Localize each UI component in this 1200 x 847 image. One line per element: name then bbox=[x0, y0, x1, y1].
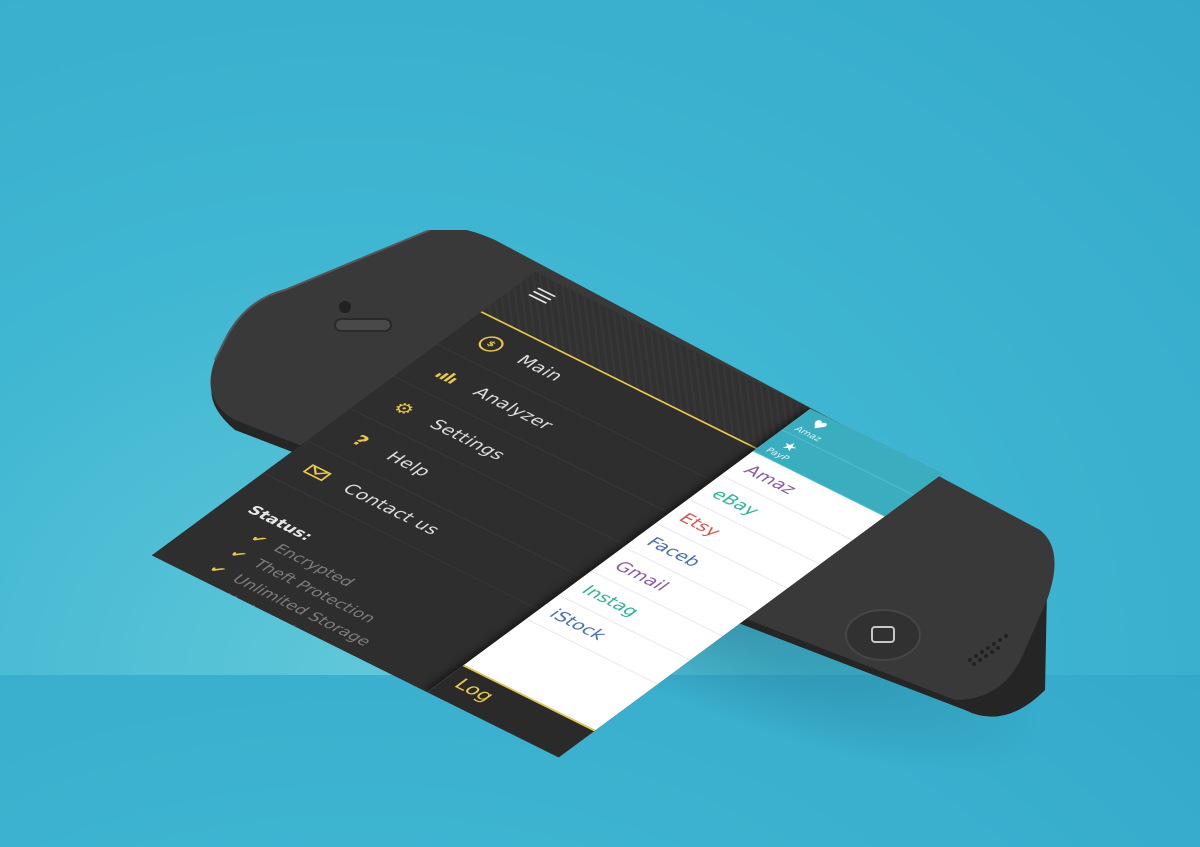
earpiece-icon bbox=[334, 301, 392, 332]
scene: $ Main Analyzer ⚙ Settings ? Help Contac… bbox=[0, 0, 1200, 847]
question-icon: ? bbox=[346, 431, 375, 450]
menu-item-label: Main bbox=[511, 352, 569, 385]
speaker-grille-icon bbox=[968, 634, 1008, 666]
home-button[interactable] bbox=[842, 605, 924, 665]
bars-icon bbox=[424, 362, 472, 391]
hamburger-menu-icon[interactable] bbox=[517, 281, 567, 311]
coin-icon: $ bbox=[467, 329, 515, 358]
login-label: Log bbox=[449, 675, 500, 705]
menu-item-label: Help bbox=[381, 448, 436, 480]
gear-icon: ⚙ bbox=[387, 397, 421, 419]
envelope-icon bbox=[293, 458, 341, 487]
